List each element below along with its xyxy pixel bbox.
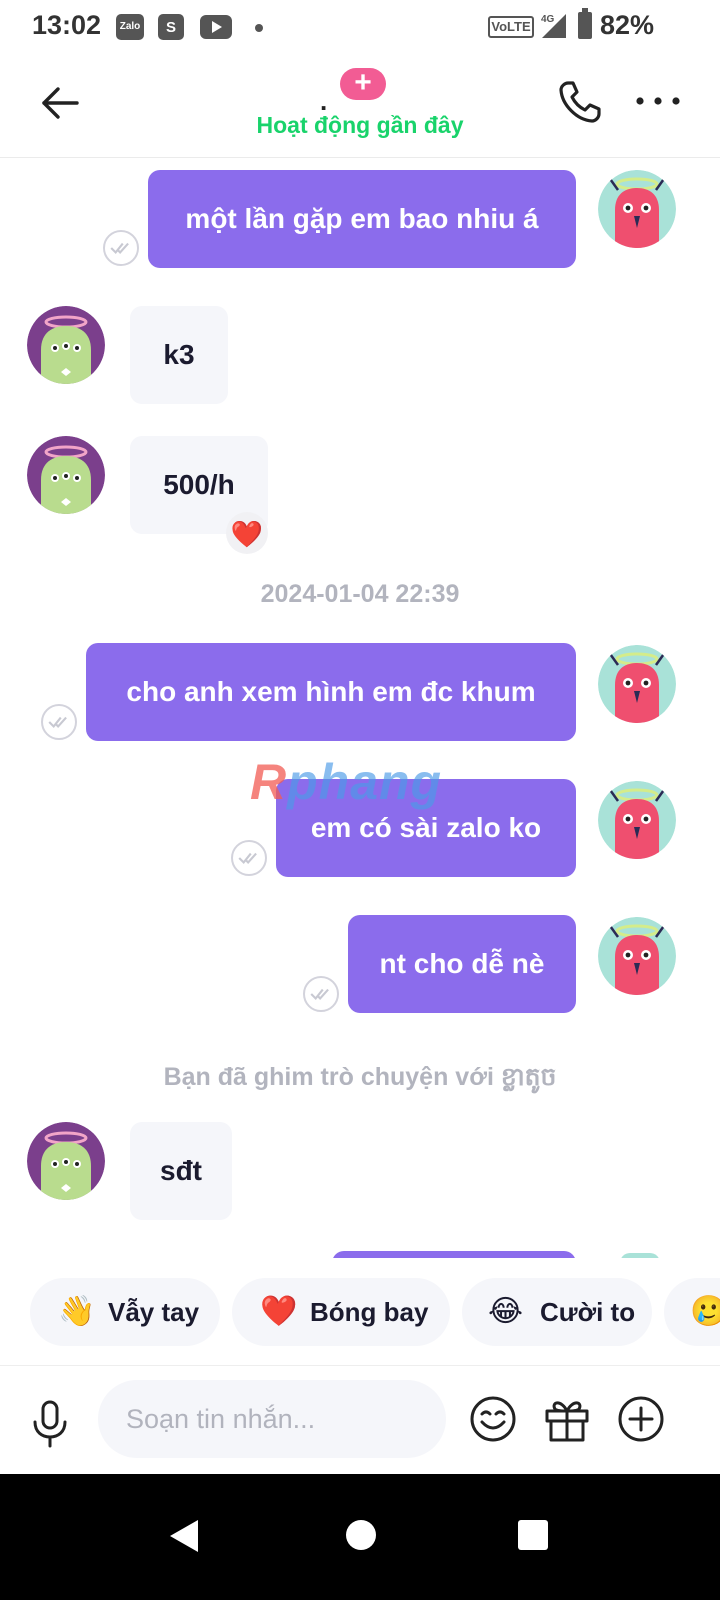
green-monster-avatar-icon xyxy=(27,1122,105,1200)
active-status: Hoạt động gần đây xyxy=(256,112,464,138)
pink-monster-avatar-icon xyxy=(598,645,676,723)
nav-recents-icon[interactable] xyxy=(518,1520,548,1550)
waving-hand-icon: 👋 xyxy=(58,1295,96,1328)
more-attachments-button[interactable] xyxy=(616,1394,666,1444)
emoji-icon xyxy=(470,1396,516,1442)
gift-icon xyxy=(545,1401,589,1442)
nav-home-icon[interactable] xyxy=(346,1520,376,1550)
heart-icon: ❤️ xyxy=(260,1295,298,1328)
my-avatar[interactable] xyxy=(598,781,676,859)
my-avatar[interactable] xyxy=(598,645,676,723)
contact-avatar[interactable] xyxy=(27,306,105,384)
laughing-face-icon: 😂 xyxy=(488,1295,524,1328)
battery-icon xyxy=(578,8,592,39)
outgoing-message[interactable]: cho anh xem hình em đc khum xyxy=(86,643,576,741)
system-navigation-bar xyxy=(0,1474,720,1600)
battery-percent: 82% xyxy=(600,10,655,40)
outgoing-message[interactable]: một lần gặp em bao nhiu á xyxy=(148,170,576,268)
watermark-logo: Rphang xyxy=(250,754,443,810)
chat-messages[interactable]: một lần gặp em bao nhiu á k3 500/h ❤️ 20… xyxy=(0,158,720,1258)
quick-reaction-laugh[interactable]: 😂 Cười to xyxy=(462,1278,652,1346)
quick-reaction-wave[interactable]: 👋 Vẫy tay xyxy=(30,1278,220,1346)
heart-reaction-icon[interactable]: ❤️ xyxy=(226,512,268,554)
phone-icon xyxy=(559,81,601,123)
message-composer xyxy=(0,1366,720,1474)
microphone-icon xyxy=(33,1400,67,1448)
incoming-message[interactable]: k3 xyxy=(130,306,228,404)
my-avatar[interactable] xyxy=(598,170,676,248)
signal-icon: 4G xyxy=(541,14,566,38)
add-friend-button[interactable]: + xyxy=(340,68,386,100)
more-options-button[interactable] xyxy=(634,86,682,116)
seen-check-icon xyxy=(103,230,139,266)
quick-reaction-more[interactable]: 🥲 xyxy=(664,1278,720,1346)
seen-check-icon xyxy=(41,704,77,740)
my-avatar[interactable] xyxy=(598,917,676,995)
seen-check-icon xyxy=(231,840,267,876)
pink-monster-avatar-icon xyxy=(598,781,676,859)
quick-reaction-balloon[interactable]: ❤️ Bóng bay xyxy=(232,1278,450,1346)
plus-circle-icon xyxy=(618,1396,664,1442)
incoming-message[interactable]: sđt xyxy=(130,1122,232,1220)
message-input[interactable] xyxy=(126,1380,426,1458)
message-input-wrapper[interactable] xyxy=(98,1380,446,1458)
tearful-smile-icon: 🥲 xyxy=(690,1295,720,1328)
green-monster-avatar-icon xyxy=(27,436,105,514)
nav-back-icon[interactable] xyxy=(170,1520,198,1552)
chat-header: . + Hoạt động gần đây xyxy=(0,56,720,158)
contact-avatar[interactable] xyxy=(27,436,105,514)
outgoing-message-partial[interactable] xyxy=(332,1251,576,1258)
network-type-label: 4G xyxy=(541,14,555,25)
volte-icon: VoLTE xyxy=(488,16,534,38)
gift-button[interactable] xyxy=(542,1394,592,1444)
more-notifications-dot-icon xyxy=(255,24,263,32)
pink-monster-avatar-icon xyxy=(598,170,676,248)
timestamp-divider: 2024-01-04 22:39 xyxy=(260,580,460,608)
youtube-notification-icon xyxy=(200,15,232,39)
emoji-button[interactable] xyxy=(468,1394,518,1444)
more-dots-icon xyxy=(636,97,680,105)
status-bar: 13:02 Zalo S VoLTE 4G 82% xyxy=(0,0,720,56)
call-button[interactable] xyxy=(556,78,604,126)
status-time: 13:02 xyxy=(32,10,102,40)
outgoing-message[interactable]: nt cho dễ nè xyxy=(348,915,576,1013)
green-monster-avatar-icon xyxy=(27,306,105,384)
quick-reactions-bar: 👋 Vẫy tay ❤️ Bóng bay 😂 Cười to 🥲 xyxy=(0,1262,720,1366)
pinned-notice: Bạn đã ghim trò chuyện với ខ្លាតូច xyxy=(163,1063,557,1091)
contact-avatar[interactable] xyxy=(27,1122,105,1200)
shopee-notification-icon: S xyxy=(158,14,184,40)
voice-button[interactable] xyxy=(30,1400,70,1448)
seen-check-icon xyxy=(303,976,339,1012)
my-avatar-partial xyxy=(620,1253,660,1258)
pink-monster-avatar-icon xyxy=(598,917,676,995)
zalo-notification-icon: Zalo xyxy=(116,14,144,40)
